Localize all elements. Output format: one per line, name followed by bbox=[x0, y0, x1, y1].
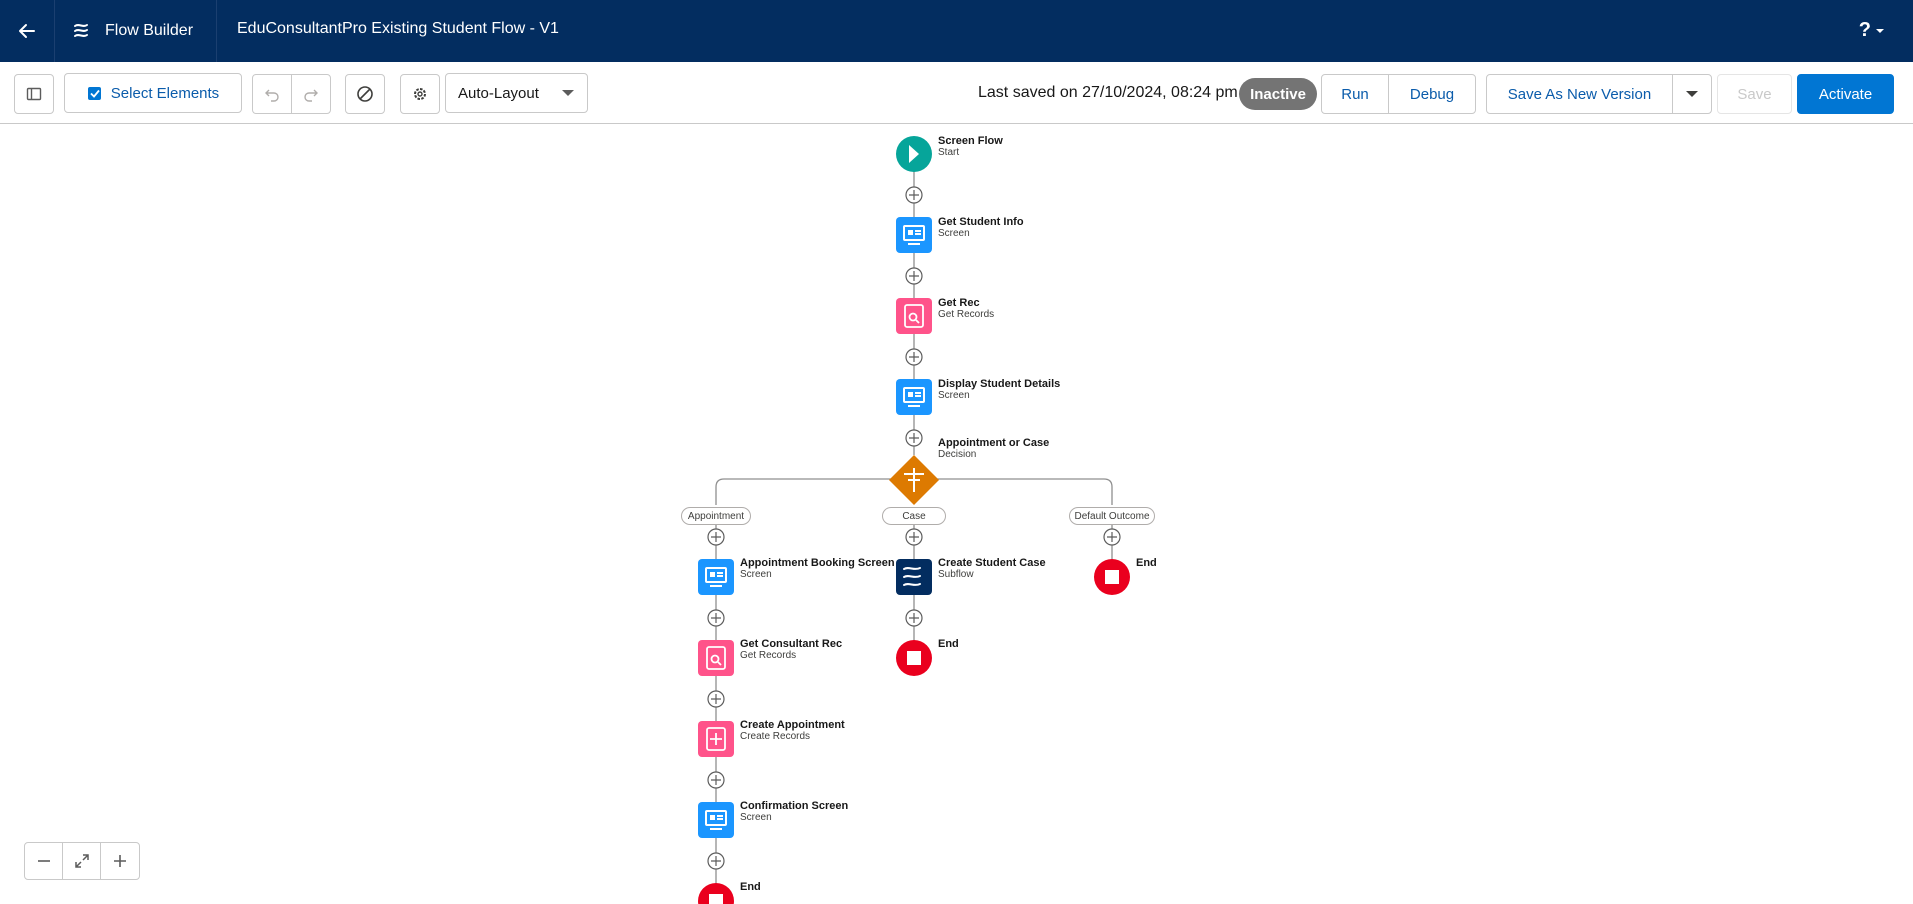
start-node-icon bbox=[896, 136, 932, 172]
save-options-dropdown[interactable] bbox=[1672, 74, 1712, 114]
node-end-case[interactable]: End bbox=[938, 638, 959, 650]
node-appointment-booking-screen[interactable]: Appointment Booking Screen Screen bbox=[740, 557, 895, 581]
undo-icon bbox=[265, 89, 279, 102]
flow-canvas[interactable]: Screen Flow Start Get Student Info Scree… bbox=[0, 125, 1913, 904]
node-title: Create Appointment bbox=[740, 719, 845, 731]
node-title: End bbox=[938, 638, 959, 650]
node-end-default[interactable]: End bbox=[1136, 557, 1157, 569]
chevron-down-icon bbox=[1686, 91, 1698, 97]
node-start[interactable]: Screen Flow Start bbox=[938, 135, 1003, 159]
back-button[interactable] bbox=[0, 0, 55, 62]
redo-icon bbox=[304, 89, 318, 102]
create-records-node-icon bbox=[698, 721, 734, 757]
plus-icon bbox=[114, 855, 126, 867]
help-menu[interactable]: ? bbox=[1859, 19, 1885, 42]
status-badge: Inactive bbox=[1239, 78, 1317, 110]
node-decision[interactable]: Appointment or Case Decision bbox=[938, 437, 1049, 461]
fit-to-view-button[interactable] bbox=[63, 843, 101, 879]
toggle-panel-button[interactable] bbox=[14, 74, 54, 114]
node-type: Screen bbox=[938, 228, 970, 239]
zoom-out-button[interactable] bbox=[25, 843, 63, 879]
subflow-node-icon bbox=[896, 559, 932, 595]
node-title: Get Student Info bbox=[938, 216, 1024, 228]
run-button[interactable]: Run bbox=[1321, 74, 1389, 114]
activate-button[interactable]: Activate bbox=[1797, 74, 1894, 114]
app-name: Flow Builder bbox=[55, 0, 217, 62]
node-get-rec[interactable]: Get Rec Get Records bbox=[938, 297, 994, 321]
node-title: Screen Flow bbox=[938, 135, 1003, 147]
node-title: Appointment or Case bbox=[938, 437, 1050, 449]
node-type: Get Records bbox=[938, 309, 995, 320]
outcome-appointment[interactable]: Appointment bbox=[681, 507, 751, 525]
layout-mode-select[interactable]: Auto-Layout bbox=[445, 73, 588, 113]
node-type: Subflow bbox=[938, 569, 974, 580]
minus-icon bbox=[37, 860, 50, 862]
node-title: Get Consultant Rec bbox=[740, 638, 843, 650]
errors-button[interactable] bbox=[345, 74, 385, 114]
node-display-student-details[interactable]: Display Student Details Screen bbox=[938, 378, 1060, 402]
node-type: Create Records bbox=[740, 731, 811, 742]
save-as-new-version-button[interactable]: Save As New Version bbox=[1486, 74, 1673, 114]
node-get-student-info[interactable]: Get Student Info Screen bbox=[938, 216, 1024, 240]
help-icon: ? bbox=[1858, 19, 1871, 41]
node-title: End bbox=[740, 881, 761, 893]
node-type: Screen bbox=[938, 390, 970, 401]
zoom-in-button[interactable] bbox=[101, 843, 139, 879]
node-type: Decision bbox=[938, 449, 977, 460]
arrow-left-icon bbox=[19, 24, 35, 38]
node-end-appointment[interactable]: End bbox=[740, 881, 761, 893]
node-get-consultant-rec[interactable]: Get Consultant Rec Get Records bbox=[740, 638, 842, 662]
node-create-student-case[interactable]: Create Student Case Subflow bbox=[938, 557, 1046, 581]
outcome-case[interactable]: Case bbox=[882, 507, 946, 525]
node-type: Screen bbox=[740, 812, 772, 823]
node-title: Display Student Details bbox=[938, 378, 1061, 390]
app-name-label: Flow Builder bbox=[105, 22, 194, 39]
settings-button[interactable] bbox=[400, 74, 440, 114]
redo-button[interactable] bbox=[291, 74, 331, 114]
flow-icon bbox=[74, 24, 88, 37]
panel-icon bbox=[26, 87, 42, 101]
undo-button[interactable] bbox=[252, 74, 292, 114]
expand-icon bbox=[74, 854, 89, 868]
node-type: Get Records bbox=[740, 650, 797, 661]
checkbox-icon bbox=[87, 87, 101, 100]
debug-button[interactable]: Debug bbox=[1388, 74, 1476, 114]
node-title: Get Rec bbox=[938, 297, 980, 309]
gear-icon bbox=[414, 88, 426, 100]
node-title: Confirmation Screen bbox=[740, 800, 849, 812]
select-elements-button[interactable]: Select Elements bbox=[64, 73, 242, 113]
last-saved-text: Last saved on 27/10/2024, 08:24 pm bbox=[978, 84, 1238, 101]
save-button[interactable]: Save bbox=[1717, 74, 1792, 114]
chevron-down-icon bbox=[562, 90, 574, 96]
layout-mode-value: Auto-Layout bbox=[458, 84, 539, 102]
select-elements-label: Select Elements bbox=[110, 84, 220, 102]
node-type: Start bbox=[938, 147, 960, 158]
chevron-down-icon bbox=[1876, 28, 1884, 33]
zoom-controls bbox=[24, 842, 140, 880]
node-title: Appointment Booking Screen bbox=[740, 557, 895, 569]
node-create-appointment[interactable]: Create Appointment Create Records bbox=[740, 719, 845, 743]
outcome-default[interactable]: Default Outcome bbox=[1069, 507, 1155, 525]
node-type: Screen bbox=[740, 569, 772, 580]
ban-icon bbox=[357, 86, 373, 102]
node-confirmation-screen[interactable]: Confirmation Screen Screen bbox=[740, 800, 848, 824]
node-title: Create Student Case bbox=[938, 557, 1046, 569]
flow-title: EduConsultantPro Existing Student Flow -… bbox=[237, 20, 559, 37]
header-bar: Flow Builder EduConsultantPro Existing S… bbox=[0, 0, 1913, 62]
flow-connectors bbox=[698, 136, 1130, 904]
decision-node-icon bbox=[889, 455, 939, 505]
node-title: End bbox=[1136, 557, 1157, 569]
